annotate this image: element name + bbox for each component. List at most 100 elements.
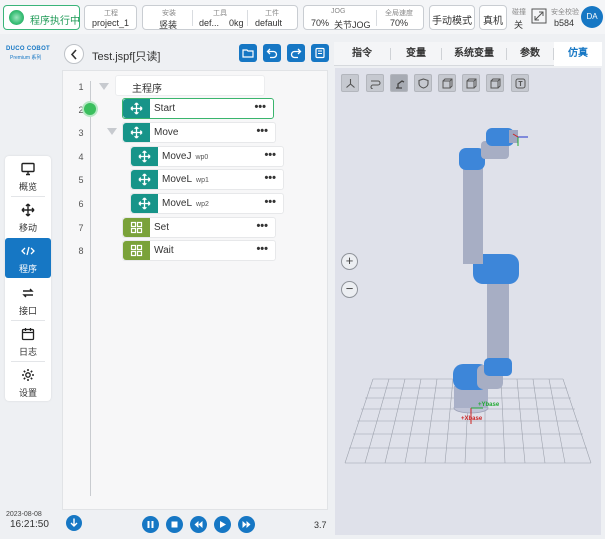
install-label: 安装 [162,10,176,17]
expand-icon [531,8,547,24]
axis-x-label: +Xbase [461,416,483,422]
stop-icon [171,521,178,528]
tool-weight: 0kg [229,18,244,28]
tool-value: def... [199,18,220,28]
more-options-icon[interactable]: ••• [264,150,276,161]
tab-simulation[interactable]: 仿真 [554,42,602,66]
fast-forward-icon [242,521,251,528]
logo-subtitle: Premium 系列 [10,55,42,61]
program-node-move[interactable]: Move ••• [122,122,276,143]
install-tool-workpiece-panel[interactable]: 安装 竖装 工具 def... 0kg 工件 default [142,5,298,30]
more-options-icon[interactable]: ••• [256,244,268,255]
play-icon [220,521,226,528]
node-type-icon [123,241,150,260]
back-button[interactable] [64,44,84,64]
program-node-start[interactable]: Start ••• [122,98,274,119]
program-node-wait[interactable]: Wait ••• [122,240,276,261]
robot-3d-scene [344,128,592,464]
nav-overview[interactable]: 概览 [5,156,51,195]
collapse-triangle-icon[interactable] [107,128,117,135]
nav-interface[interactable]: 接口 [5,280,51,319]
main-program-label: 主程序 [132,84,162,95]
project-selector[interactable]: 工程 project_1 [84,5,137,30]
program-node-movel-2[interactable]: MoveL wp2 ••• [130,193,284,214]
axis-y-label: +Ybase [478,402,500,408]
main-program-node[interactable]: 主程序 [115,75,265,96]
open-folder-button[interactable] [239,44,257,62]
user-avatar[interactable]: DA [581,6,603,28]
program-node-movel-1[interactable]: MoveL wp1 ••• [130,169,284,190]
monitor-icon [21,162,35,176]
node-type-icon [123,123,150,142]
move-icon [138,197,151,210]
stop-button[interactable] [166,516,183,533]
tab-system-variables[interactable]: 系统变量 [442,42,506,66]
program-node-movej[interactable]: MoveJ wp0 ••• [130,146,284,167]
node-type-icon [123,218,150,237]
line-number: 7 [78,223,84,233]
main-navigation: 概览 移动 程序 接口 日志 设置 [5,156,51,401]
line-number: 5 [78,175,84,185]
gear-icon [22,369,34,381]
nav-move[interactable]: 移动 [5,197,51,236]
step-forward-button[interactable] [238,516,255,533]
collapse-triangle-icon[interactable] [99,83,109,90]
rewind-icon [194,521,203,528]
folder-icon [242,49,254,58]
interface-icon [22,288,34,298]
download-button[interactable] [66,515,82,531]
pause-icon [147,521,154,528]
simulation-viewport[interactable]: + − +Xbase +Ybase [335,68,601,535]
tool-label: 工具 [213,10,227,17]
more-options-icon[interactable]: ••• [256,221,268,232]
more-options-icon[interactable]: ••• [264,197,276,208]
tab-parameters[interactable]: 参数 [507,42,553,66]
move-icon [138,173,151,186]
project-label: 工程 [104,10,118,17]
pause-button[interactable] [142,516,159,533]
move-icon [138,150,151,163]
real-machine-label: 真机 [483,16,503,27]
more-options-icon[interactable]: ••• [264,173,276,184]
grid-icon [130,221,143,234]
nav-program[interactable]: 程序 [5,238,51,278]
node-type-icon [123,99,150,118]
tab-instructions[interactable]: 指令 [334,42,390,66]
program-tree[interactable]: 1 主程序 2 Start ••• 3 Move ••• 4 MoveJ wp0 … [62,70,328,510]
step-back-button[interactable] [190,516,207,533]
move-icon [130,102,143,115]
nav-log[interactable]: 日志 [5,321,51,360]
redo-button[interactable] [287,44,305,62]
more-options-icon[interactable]: ••• [254,102,266,113]
save-icon [315,47,325,59]
nav-settings[interactable]: 设置 [5,362,51,401]
manual-mode-button[interactable]: 手动模式 [429,5,475,30]
play-button[interactable] [214,516,231,533]
collision-value: 关 [514,20,524,30]
collision-label: 碰撞 [512,9,526,16]
system-time: 16:21:50 [10,519,49,530]
undo-icon [266,48,278,59]
safety-check-indicator[interactable]: 安全校验 b584 [531,6,579,30]
top-status-bar: 程序执行中 工程 project_1 安装 竖装 工具 def... 0kg 工… [0,0,605,34]
panel-tabs: 指令 变量 系统变量 参数 仿真 [334,42,602,66]
jog-speed-panel[interactable]: JOG 70% 关节JOG 全局速度 70% [303,5,424,30]
real-machine-button[interactable]: 真机 [479,5,507,30]
manual-mode-label: 手动模式 [432,16,472,27]
global-speed-value: 70% [390,18,409,28]
jog-speed: 70% [311,18,330,28]
program-status-button[interactable]: 程序执行中 [3,5,80,30]
line-number: 1 [78,82,84,92]
undo-button[interactable] [263,44,281,62]
line-number: 3 [78,128,84,138]
node-type-icon [131,147,158,166]
program-node-set[interactable]: Set ••• [122,217,276,238]
jog-mode: 关节JOG [334,20,371,30]
system-date: 2023-08-08 [6,511,42,518]
save-button[interactable] [311,44,329,62]
more-options-icon[interactable]: ••• [256,126,268,137]
collision-toggle[interactable]: 碰撞 关 [511,6,531,30]
tab-variables[interactable]: 变量 [391,42,441,66]
install-value: 竖装 [159,20,178,30]
jog-label: JOG [331,8,346,15]
